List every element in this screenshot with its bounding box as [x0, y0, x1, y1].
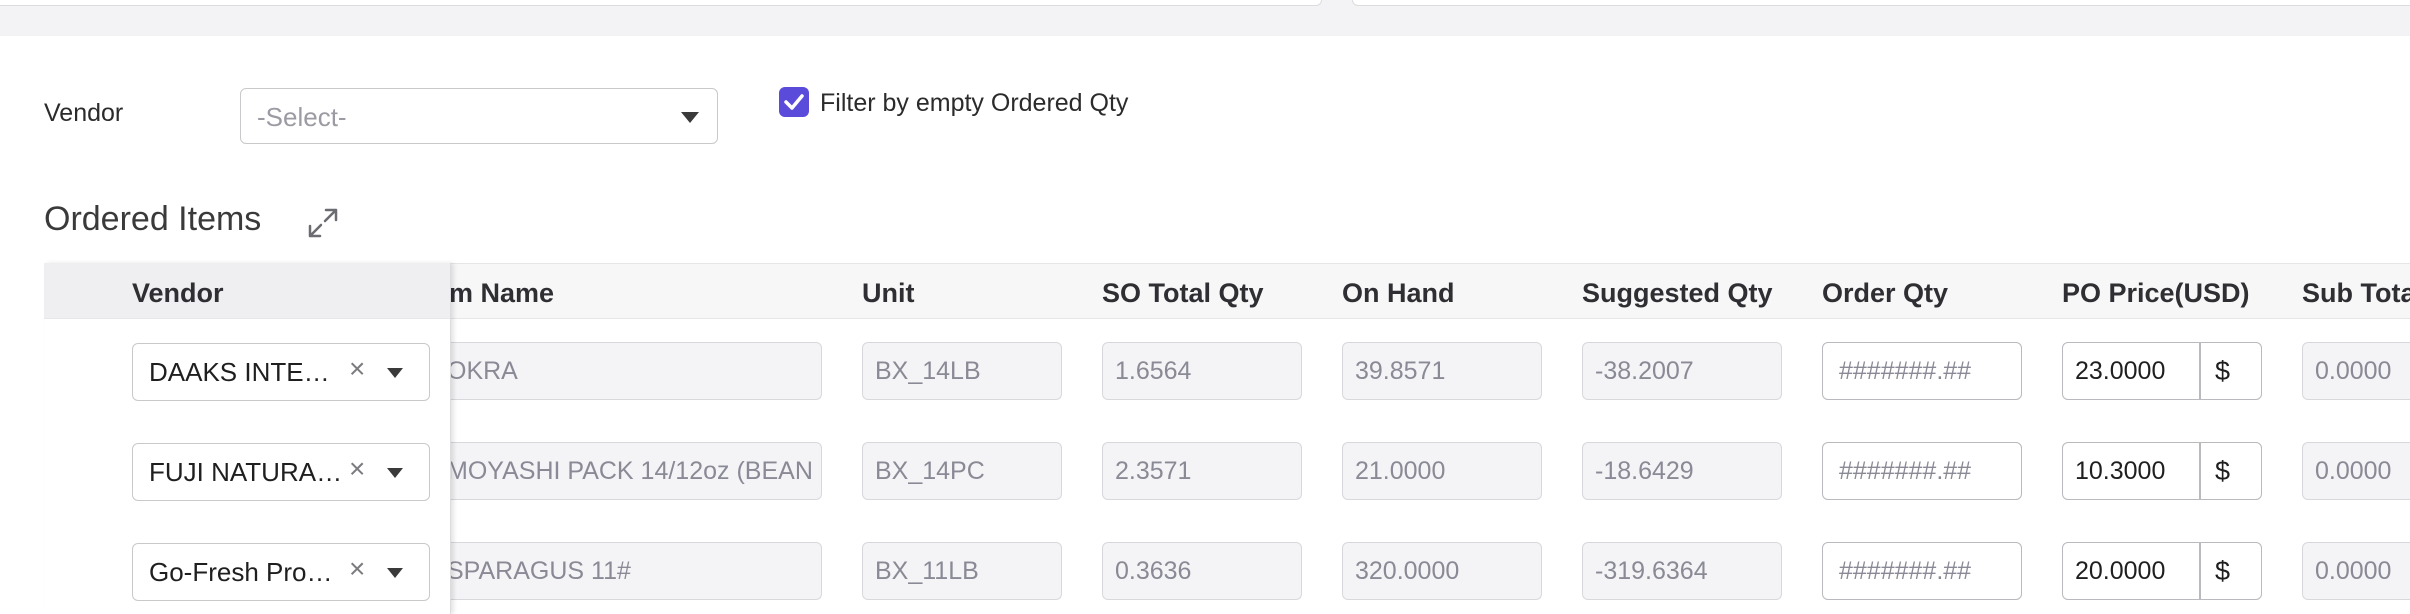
unit-value: BX_14LB [875, 357, 981, 385]
order-qty-placeholder: #######.## [1839, 357, 1972, 385]
filter-empty-ordered-qty-checkbox[interactable] [779, 87, 809, 117]
vendor-value: DAAKS INTERNATIONAL [149, 357, 345, 387]
sub-total-value: 0.0000 [2315, 557, 2392, 585]
po-price-input[interactable]: 23.0000 $ [2062, 342, 2262, 400]
on-hand-value: 320.0000 [1355, 557, 1460, 585]
vendor-select-row[interactable]: FUJI NATURAL FOODS × [132, 443, 430, 501]
header-vendor[interactable]: Vendor [132, 278, 224, 309]
suggested-qty-value: -319.6364 [1595, 557, 1708, 585]
on-hand-value: 21.0000 [1355, 457, 1446, 485]
so-total-qty-field: 2.3571 [1102, 442, 1302, 500]
header-order-qty[interactable]: Order Qty [1822, 278, 1948, 309]
so-total-qty-value: 0.3636 [1115, 557, 1192, 585]
suggested-qty-field: -18.6429 [1582, 442, 1782, 500]
item-name-value: SPARAGUS 11# [447, 557, 631, 585]
filter-empty-ordered-qty-label: Filter by empty Ordered Qty [820, 89, 1129, 117]
chevron-down-icon[interactable] [387, 368, 403, 378]
po-price-value: 10.3000 [2075, 457, 2166, 485]
vendor-select-row[interactable]: DAAKS INTERNATIONAL × [132, 343, 430, 401]
chevron-down-icon [681, 112, 699, 123]
section-title: Ordered Items [44, 200, 262, 238]
sub-total-value: 0.0000 [2315, 357, 2392, 385]
header-sub-total[interactable]: Sub Tota [2302, 278, 2410, 309]
order-qty-placeholder: #######.## [1839, 457, 1972, 485]
order-qty-input[interactable]: #######.## [1822, 542, 2022, 600]
top-card-left [0, 0, 1322, 6]
on-hand-field: 320.0000 [1342, 542, 1542, 600]
vendor-filter-label: Vendor [44, 99, 124, 127]
so-total-qty-value: 2.3571 [1115, 457, 1192, 485]
currency-divider [2199, 543, 2201, 599]
vendor-filter-select[interactable]: -Select- [240, 88, 718, 144]
po-price-value: 23.0000 [2075, 357, 2166, 385]
header-po-price[interactable]: PO Price(USD) [2062, 278, 2250, 309]
chevron-down-icon[interactable] [387, 468, 403, 478]
vendor-value: FUJI NATURAL FOODS [149, 457, 345, 487]
header-on-hand[interactable]: On Hand [1342, 278, 1455, 309]
header-so-total-qty[interactable]: SO Total Qty [1102, 278, 1264, 309]
so-total-qty-value: 1.6564 [1115, 357, 1192, 385]
frozen-vendor-column: Vendor DAAKS INTERNATIONAL × FUJI NATURA… [44, 263, 451, 614]
unit-value: BX_11LB [875, 557, 979, 585]
vendor-value: Go-Fresh Produce [149, 557, 345, 587]
suggested-qty-field: -319.6364 [1582, 542, 1782, 600]
top-strip [0, 0, 2410, 36]
unit-value: BX_14PC [875, 457, 985, 485]
so-total-qty-field: 1.6564 [1102, 342, 1302, 400]
check-icon [784, 94, 804, 110]
sub-total-value: 0.0000 [2315, 457, 2392, 485]
clear-icon[interactable]: × [349, 353, 365, 385]
po-price-input[interactable]: 20.0000 $ [2062, 542, 2262, 600]
suggested-qty-field: -38.2007 [1582, 342, 1782, 400]
vendor-filter-placeholder: -Select- [257, 102, 347, 132]
top-card-right [1352, 0, 2410, 6]
on-hand-field: 39.8571 [1342, 342, 1542, 400]
currency-symbol: $ [2215, 456, 2231, 486]
so-total-qty-field: 0.3636 [1102, 542, 1302, 600]
item-name-value: OKRA [447, 357, 518, 385]
vendor-select-row[interactable]: Go-Fresh Produce × [132, 543, 430, 601]
currency-symbol: $ [2215, 556, 2231, 586]
item-name-field: SPARAGUS 11# [434, 542, 822, 600]
suggested-qty-value: -18.6429 [1595, 457, 1694, 485]
currency-symbol: $ [2215, 356, 2231, 386]
on-hand-field: 21.0000 [1342, 442, 1542, 500]
sub-total-field: 0.0000 [2302, 342, 2410, 400]
unit-field: BX_11LB [862, 542, 1062, 600]
item-name-value: MOYASHI PACK 14/12oz (BEAN [447, 457, 813, 485]
unit-field: BX_14PC [862, 442, 1062, 500]
sub-total-field: 0.0000 [2302, 442, 2410, 500]
order-qty-input[interactable]: #######.## [1822, 342, 2022, 400]
item-name-field: OKRA [434, 342, 822, 400]
vendor-column-header: Vendor [44, 263, 450, 319]
item-name-field: MOYASHI PACK 14/12oz (BEAN [434, 442, 822, 500]
currency-divider [2199, 443, 2201, 499]
order-qty-input[interactable]: #######.## [1822, 442, 2022, 500]
clear-icon[interactable]: × [349, 453, 365, 485]
po-price-input[interactable]: 10.3000 $ [2062, 442, 2262, 500]
header-item-name[interactable]: em Name [434, 278, 554, 309]
currency-divider [2199, 343, 2201, 399]
clear-icon[interactable]: × [349, 553, 365, 585]
po-price-value: 20.0000 [2075, 557, 2166, 585]
sub-total-field: 0.0000 [2302, 542, 2410, 600]
header-suggested-qty[interactable]: Suggested Qty [1582, 278, 1773, 309]
on-hand-value: 39.8571 [1355, 357, 1446, 385]
order-qty-placeholder: #######.## [1839, 557, 1972, 585]
suggested-qty-value: -38.2007 [1595, 357, 1694, 385]
unit-field: BX_14LB [862, 342, 1062, 400]
chevron-down-icon[interactable] [387, 568, 403, 578]
expand-icon[interactable] [306, 206, 340, 245]
header-unit[interactable]: Unit [862, 278, 914, 309]
